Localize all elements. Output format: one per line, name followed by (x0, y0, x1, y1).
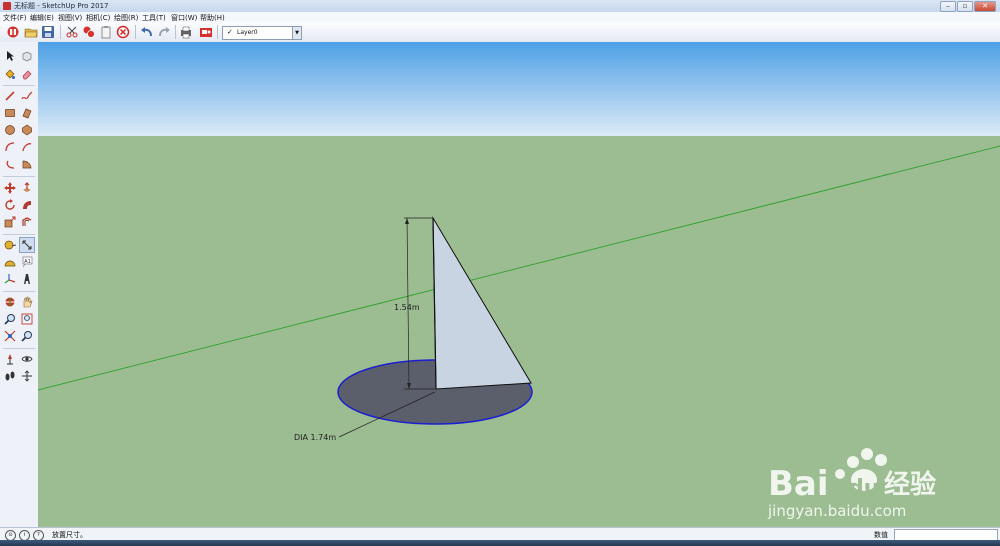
height-dimension-label[interactable]: 1.54m (394, 303, 420, 312)
orbit-icon[interactable] (3, 295, 17, 309)
layer-check-icon: ✓ (227, 28, 233, 36)
tool-separator (3, 291, 35, 292)
tool-palette: A1 (0, 42, 39, 527)
zoom-icon[interactable] (3, 312, 17, 326)
walk-icon[interactable] (3, 369, 17, 383)
print-icon[interactable] (179, 25, 193, 39)
undo-icon[interactable] (140, 25, 154, 39)
three-point-arc-icon[interactable] (3, 157, 17, 171)
new-icon[interactable] (6, 25, 20, 39)
minimize-icon: – (946, 2, 950, 10)
zoom-extents-icon[interactable] (3, 329, 17, 343)
text-icon[interactable]: A1 (20, 255, 34, 269)
position-camera-icon[interactable] (3, 352, 17, 366)
maximize-icon: ▫ (962, 2, 968, 10)
axes-icon[interactable] (3, 272, 17, 286)
tool-separator (3, 176, 35, 177)
protractor-icon[interactable] (3, 255, 17, 269)
pan-icon[interactable] (20, 295, 34, 309)
tool-separator (3, 85, 35, 86)
status-text: 放置尺寸。 (52, 531, 87, 539)
ground-plane (38, 136, 1000, 527)
tape-measure-icon[interactable] (3, 238, 17, 252)
minimize-button[interactable]: – (940, 1, 956, 12)
model-info-icon[interactable] (199, 25, 213, 39)
window-title: 无标题 - SketchUp Pro 2017 (14, 2, 109, 10)
paste-icon[interactable] (99, 25, 113, 39)
status-bar: ⊙ i ? 放置尺寸。 数值 (0, 527, 1000, 541)
toolbar-separator (175, 25, 176, 39)
select-icon[interactable] (3, 49, 17, 63)
push-pull-icon[interactable] (20, 181, 34, 195)
arc-icon[interactable] (3, 140, 17, 154)
two-point-arc-icon[interactable] (20, 140, 34, 154)
close-icon: ✕ (982, 2, 988, 10)
eraser-icon[interactable] (20, 67, 34, 81)
measurements-label: 数值 (874, 531, 888, 539)
freehand-icon[interactable] (20, 89, 34, 103)
cut-icon[interactable] (65, 25, 79, 39)
3d-viewport[interactable]: 1.54m DIA 1.74m Bai du 经验 jingyan.baidu.… (38, 42, 1000, 527)
circle-icon[interactable] (3, 123, 17, 137)
rectangle-icon[interactable] (3, 106, 17, 120)
save-icon[interactable] (41, 25, 55, 39)
watermark-brand2: du (848, 476, 879, 501)
move-icon[interactable] (3, 181, 17, 195)
sky (38, 42, 1000, 136)
delete-icon[interactable] (116, 25, 130, 39)
section-plane-icon[interactable] (20, 369, 34, 383)
tool-separator (3, 234, 35, 235)
tool-separator (3, 348, 35, 349)
make-component-icon[interactable] (20, 49, 34, 63)
redo-icon[interactable] (157, 25, 171, 39)
rotated-rectangle-icon[interactable] (20, 106, 34, 120)
toolbar-separator (217, 25, 218, 39)
previous-view-icon[interactable] (20, 329, 34, 343)
scale-icon[interactable] (3, 215, 17, 229)
diameter-label[interactable]: DIA 1.74m (294, 433, 336, 442)
watermark-url: jingyan.baidu.com (767, 502, 906, 520)
3d-text-icon[interactable] (20, 272, 34, 286)
scene-canvas[interactable]: 1.54m DIA 1.74m Bai du 经验 jingyan.baidu.… (38, 42, 1000, 527)
close-button[interactable]: ✕ (974, 1, 996, 12)
toolbar-separator (60, 25, 61, 39)
dimension-icon[interactable] (19, 237, 35, 253)
look-around-icon[interactable] (20, 352, 34, 366)
layer-name: Layer0 (237, 29, 258, 36)
line-icon[interactable] (3, 89, 17, 103)
sketchup-app-icon (3, 2, 11, 10)
offset-icon[interactable] (20, 215, 34, 229)
windows-taskbar (0, 540, 1000, 546)
watermark-cn: 经验 (884, 469, 936, 500)
toolbar-separator (135, 25, 136, 39)
zoom-window-icon[interactable] (20, 312, 34, 326)
paint-bucket-icon[interactable] (3, 67, 17, 81)
follow-me-icon[interactable] (20, 198, 34, 212)
pie-icon[interactable] (20, 157, 34, 171)
maximize-button[interactable]: ▫ (957, 1, 973, 12)
title-bar: 无标题 - SketchUp Pro 2017 – ▫ ✕ (0, 0, 1000, 12)
copy-icon[interactable] (82, 25, 96, 39)
menu-bar: 文件(F) 编辑(E) 视图(V) 相机(C) 绘图(R) 工具(T) 窗口(W… (0, 12, 1000, 22)
watermark-brand: Bai (768, 464, 829, 504)
chevron-down-icon[interactable]: ▼ (292, 27, 301, 39)
layer-dropdown[interactable]: ✓ Layer0 ▼ (222, 26, 302, 40)
polygon-icon[interactable] (20, 123, 34, 137)
open-icon[interactable] (24, 25, 38, 39)
standard-toolbar: ✓ Layer0 ▼ (0, 22, 1000, 43)
svg-text:A1: A1 (24, 259, 31, 265)
rotate-icon[interactable] (3, 198, 17, 212)
